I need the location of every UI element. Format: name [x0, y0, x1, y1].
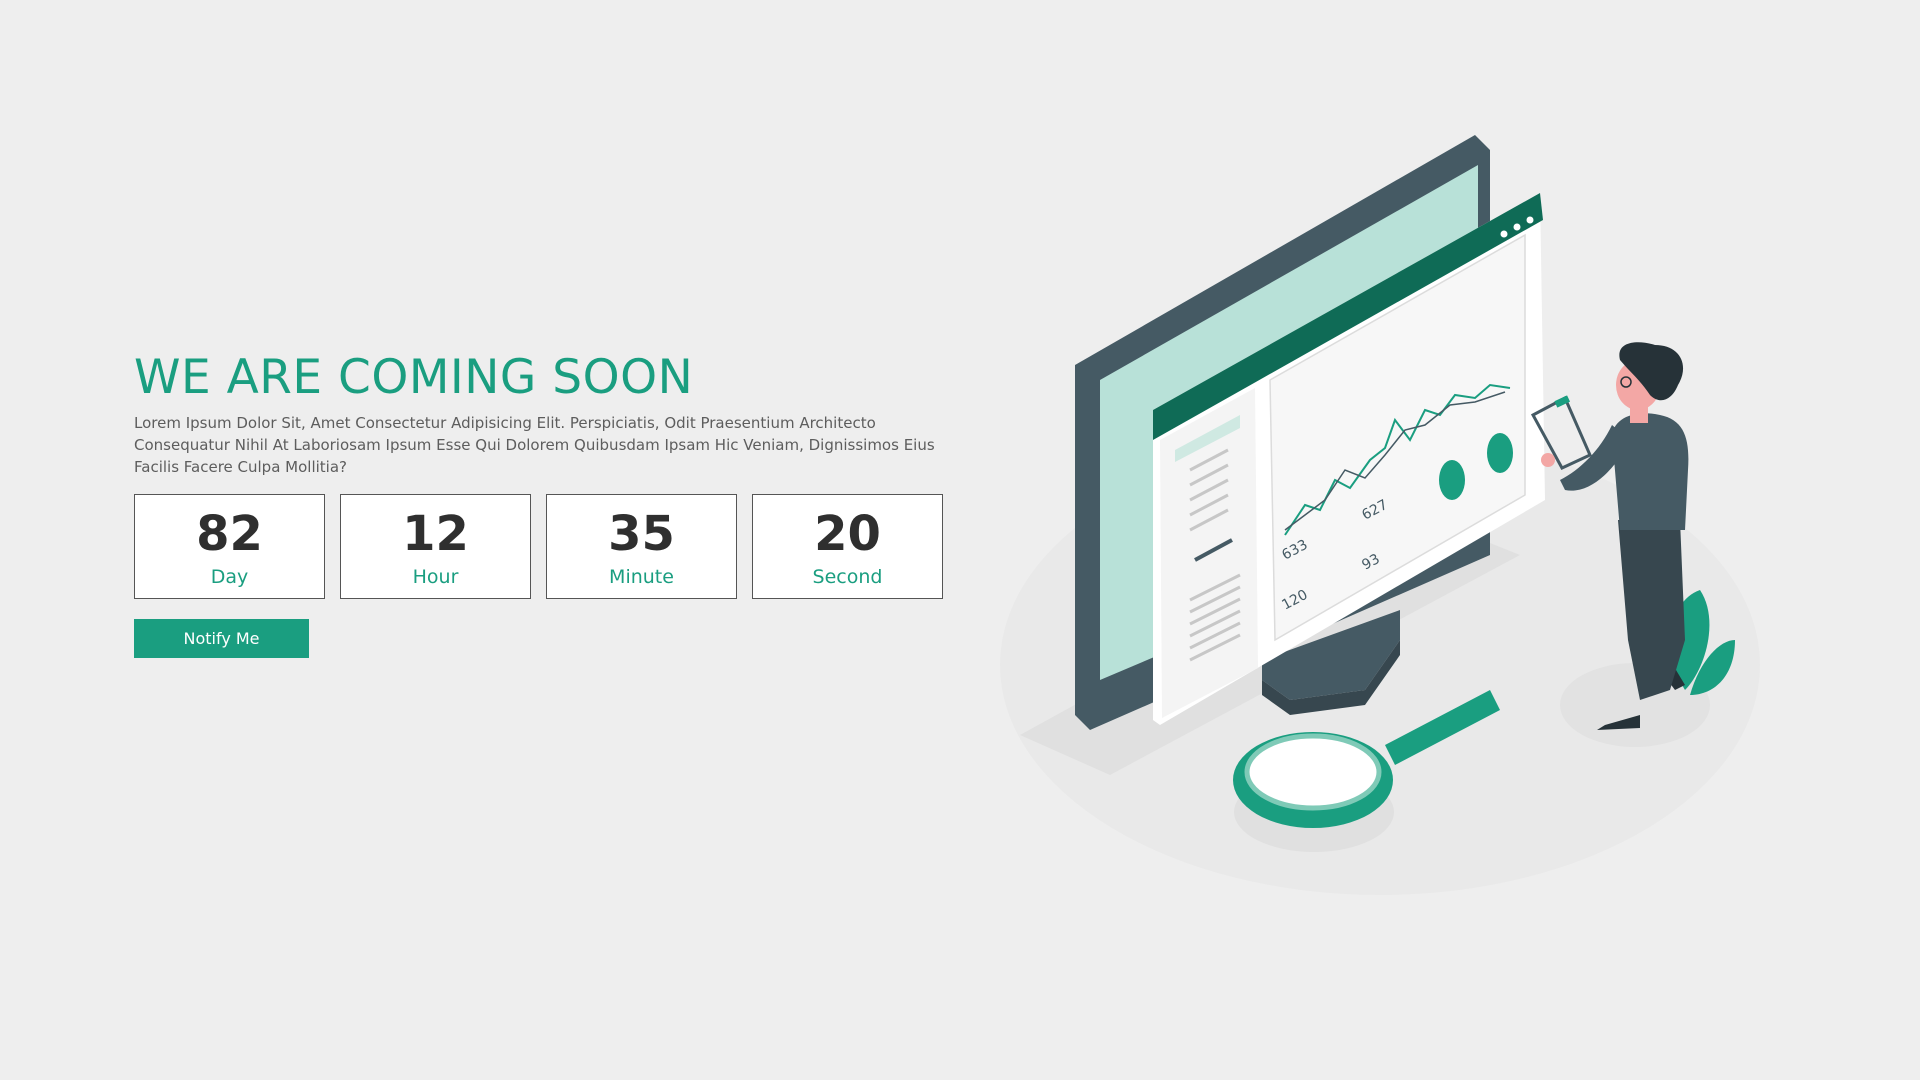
- window-dot-icon: [1526, 216, 1534, 224]
- countdown-value: 82: [196, 506, 263, 562]
- countdown-seconds: 20 Second: [752, 494, 943, 599]
- countdown-timer: 82 Day 12 Hour 35 Minute 20 Second: [134, 494, 954, 599]
- countdown-hours: 12 Hour: [340, 494, 531, 599]
- pie-chart: [1439, 460, 1465, 500]
- notify-me-button[interactable]: Notify Me: [134, 619, 309, 658]
- countdown-value: 35: [608, 506, 675, 562]
- coming-soon-page: WE ARE COMING SOON Lorem Ipsum Dolor Sit…: [0, 0, 1920, 1080]
- countdown-label: Minute: [609, 566, 674, 588]
- countdown-label: Day: [210, 566, 249, 588]
- countdown-days: 82 Day: [134, 494, 325, 599]
- window-dot-icon: [1500, 230, 1508, 238]
- countdown-value: 20: [814, 506, 881, 562]
- countdown-minutes: 35 Minute: [546, 494, 737, 599]
- countdown-label: Hour: [412, 566, 459, 588]
- analytics-dashboard-illustration: 633 627 93 120: [1000, 135, 1760, 895]
- window-dot-icon: [1513, 223, 1521, 231]
- pie-chart: [1487, 433, 1513, 473]
- hero-section: WE ARE COMING SOON Lorem Ipsum Dolor Sit…: [134, 350, 954, 658]
- countdown-label: Second: [812, 566, 883, 588]
- page-title: WE ARE COMING SOON: [134, 350, 694, 405]
- countdown-value: 12: [402, 506, 469, 562]
- page-description: Lorem Ipsum Dolor Sit, Amet Consectetur …: [134, 414, 935, 476]
